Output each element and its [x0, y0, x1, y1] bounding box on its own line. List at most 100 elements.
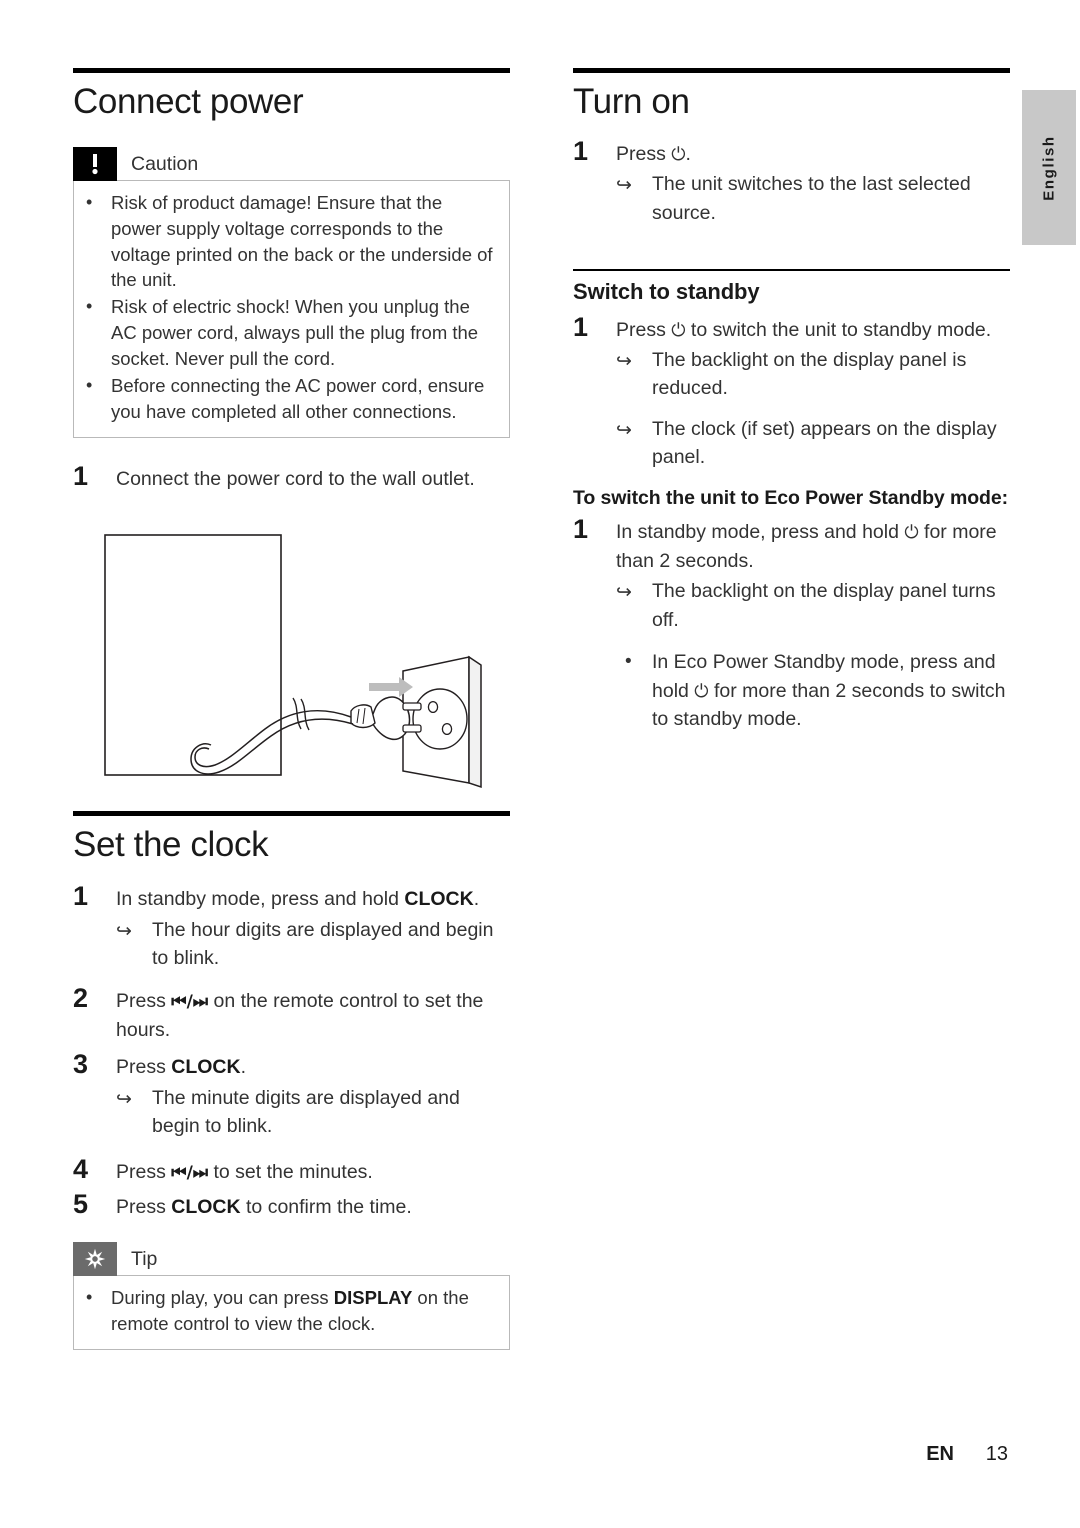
- step-number: 4: [73, 1153, 89, 1184]
- switch-to-standby-section: Switch to standby 1 Press ⏻ to switch th…: [573, 269, 1010, 733]
- exclamation-icon: [73, 146, 117, 181]
- right-column: Turn on 1 Press ⏻. ↪ The unit switches t…: [573, 68, 1010, 733]
- step-result: ↪ The minute digits are displayed and be…: [73, 1084, 510, 1141]
- section-rule-connect-power: [73, 68, 510, 73]
- step-text-after: to switch the unit to standby mode.: [685, 318, 992, 341]
- step-result: ↪ The backlight on the display panel is …: [573, 346, 1010, 403]
- turn-on-step-1: 1 Press ⏻.: [573, 135, 1010, 168]
- step-number: 1: [73, 460, 89, 491]
- step-text-after: to set the minutes.: [208, 1160, 373, 1183]
- step-text-before: Press: [616, 142, 672, 165]
- step-text: In standby mode, press and hold CLOCK.: [116, 880, 510, 913]
- result-text: The clock (if set) appears on the displa…: [652, 417, 997, 469]
- page-footer: EN 13: [0, 1443, 1008, 1466]
- step-number: 3: [73, 1049, 89, 1080]
- step-result: ↪ The unit switches to the last selected…: [573, 170, 1010, 227]
- section-rule-turn-on: [573, 68, 1010, 73]
- result-text: The backlight on the display panel turns…: [652, 580, 996, 631]
- power-standby-icon: ⏻: [671, 319, 686, 341]
- eco-standby-bullet: • In Eco Power Standby mode, press and h…: [573, 648, 1010, 733]
- clock-step-2: 2 Press ⏮/⏭ on the remote control to set…: [73, 982, 510, 1044]
- step-number: 2: [73, 983, 89, 1014]
- tip-note-label: Tip: [131, 1247, 158, 1270]
- step-text-after: .: [473, 888, 480, 911]
- step-text: Press CLOCK.: [116, 1048, 510, 1081]
- clock-step-4: 4 Press ⏮/⏭ to set the minutes.: [73, 1153, 510, 1186]
- unit-outline: [104, 534, 282, 776]
- step-text: Press ⏻ to switch the unit to standby mo…: [616, 311, 1010, 344]
- clock-step-1: 1 In standby mode, press and hold CLOCK.: [73, 880, 510, 913]
- note-item-text: During play, you can press DISPLAY on th…: [111, 1285, 497, 1337]
- step-text-before: Press: [116, 1056, 172, 1079]
- result-text: The backlight on the display panel is re…: [652, 348, 967, 400]
- note-list-item: • Before connecting the AC power cord, e…: [86, 373, 497, 425]
- clock-step-3: 3 Press CLOCK.: [73, 1048, 510, 1081]
- result-arrow-icon: ↪: [116, 1088, 132, 1110]
- step-text: Press ⏮/⏭ on the remote control to set t…: [116, 982, 510, 1044]
- tip-note: Tip • During play, you can press DISPLAY…: [73, 1241, 510, 1350]
- tip-note-body: • During play, you can press DISPLAY on …: [73, 1274, 510, 1350]
- bullet-icon: •: [86, 375, 93, 396]
- step-text-after: .: [240, 1056, 247, 1079]
- starburst-icon: [73, 1241, 117, 1276]
- step-text-before: Press: [116, 990, 172, 1013]
- eco-standby-step-1: 1 In standby mode, press and hold ⏻ for …: [573, 513, 1010, 575]
- note-list-item: • Risk of product damage! Ensure that th…: [86, 190, 497, 294]
- result-arrow-icon: ↪: [616, 350, 632, 372]
- power-standby-icon: ⏻: [694, 680, 709, 702]
- bullet-text: In Eco Power Standby mode, press and hol…: [652, 648, 1010, 733]
- note-text-before: During play, you can press: [111, 1286, 334, 1308]
- caution-note-label: Caution: [131, 152, 199, 175]
- manual-page: Connect power Caution • Risk of product …: [0, 0, 1080, 1528]
- step-result: ↪ The backlight on the display panel tur…: [573, 577, 1010, 634]
- step-text-after: .: [685, 142, 691, 165]
- step-text-after: to confirm the time.: [240, 1196, 412, 1219]
- result-arrow-icon: ↪: [616, 175, 632, 197]
- step-key-label: CLOCK: [171, 1196, 241, 1219]
- power-standby-icon: ⏻: [671, 143, 686, 165]
- bullet-icon: •: [86, 296, 93, 317]
- step-number: 1: [573, 135, 589, 166]
- step-number: 1: [573, 514, 589, 545]
- skip-prev-next-icon: ⏮/⏭: [171, 992, 209, 1013]
- step-result: ↪ The clock (if set) appears on the disp…: [573, 415, 1010, 472]
- footer-language-code: EN: [926, 1443, 954, 1465]
- note-item-text: Before connecting the AC power cord, ens…: [111, 375, 485, 422]
- step-text: Press ⏻.: [616, 135, 1010, 168]
- eco-power-standby-heading: To switch the unit to Eco Power Standby …: [573, 486, 1008, 509]
- caution-note: Caution • Risk of product damage! Ensure…: [73, 146, 510, 438]
- step-number: 1: [73, 881, 89, 912]
- result-arrow-icon: ↪: [616, 582, 632, 604]
- page-title-turn-on: Turn on: [573, 82, 690, 121]
- wall-socket: [402, 655, 482, 789]
- subsection-title-switch-to-standby: Switch to standby: [573, 279, 760, 305]
- step-key-label: CLOCK: [171, 1056, 241, 1079]
- note-item-text: Risk of product damage! Ensure that the …: [111, 191, 493, 291]
- page-title-set-the-clock: Set the clock: [73, 825, 269, 865]
- step-text: Press CLOCK to confirm the time.: [116, 1188, 510, 1221]
- skip-prev-next-icon: ⏮/⏭: [171, 1162, 209, 1183]
- step-connect-power-cord: 1 Connect the power cord to the wall out…: [73, 460, 510, 493]
- step-text-before: In standby mode, press and hold: [616, 521, 905, 544]
- note-list-item: • During play, you can press DISPLAY on …: [86, 1285, 497, 1337]
- footer-page-number: 13: [985, 1443, 1008, 1465]
- note-item-text: Risk of electric shock! When you unplug …: [111, 296, 479, 370]
- step-text-before: Press: [116, 1196, 172, 1219]
- step-number: 1: [573, 311, 589, 342]
- step-text: In standby mode, press and hold ⏻ for mo…: [616, 513, 1010, 575]
- page-title-connect-power: Connect power: [73, 82, 304, 121]
- result-arrow-icon: ↪: [616, 419, 632, 441]
- result-text: The hour digits are displayed and begin …: [152, 918, 494, 970]
- caution-note-header: Caution: [73, 146, 510, 181]
- note-list-item: • Risk of electric shock! When you unplu…: [86, 294, 497, 372]
- language-tab-label: English: [1040, 134, 1058, 201]
- power-cord-to-wall-outlet-illustration: [103, 533, 493, 793]
- result-text: The unit switches to the last selected s…: [652, 173, 971, 224]
- step-number: 5: [73, 1189, 89, 1220]
- step-text: Connect the power cord to the wall outle…: [116, 467, 475, 490]
- step-key-label: CLOCK: [404, 888, 474, 911]
- tip-note-header: Tip: [73, 1241, 510, 1276]
- caution-note-body: • Risk of product damage! Ensure that th…: [73, 179, 510, 438]
- power-standby-icon: ⏻: [904, 522, 919, 544]
- bullet-icon: •: [86, 1286, 93, 1307]
